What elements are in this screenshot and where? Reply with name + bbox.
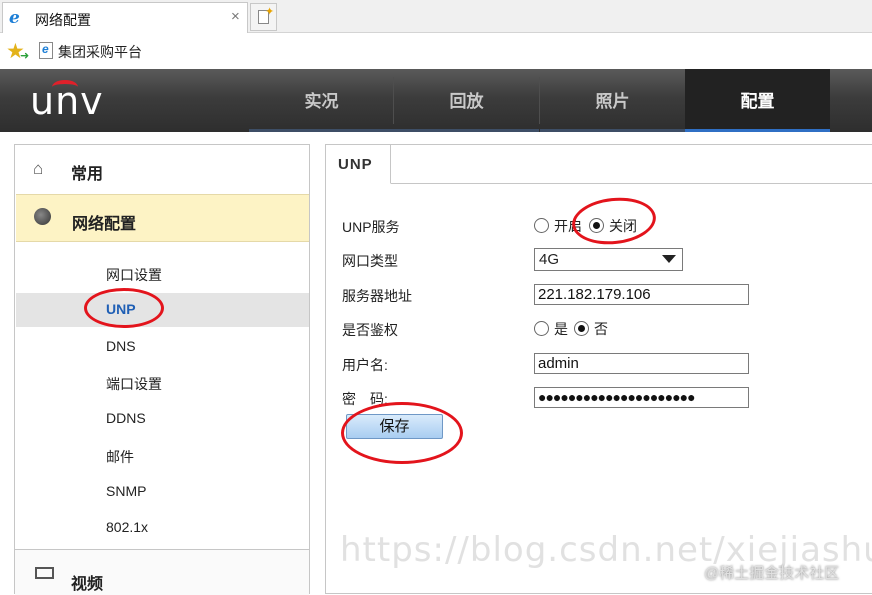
nav-live-label: 实况 [304,92,339,111]
nav-config-label: 配置 [740,92,775,111]
nav-photo-label: 照片 [595,92,630,111]
auth-no-radio[interactable] [574,321,589,336]
browser-tab-bar: e 网络配置 × ✦ [0,0,872,33]
add-favorite-arrow-icon: ➜ [20,50,30,62]
annotation-circle-save [341,402,463,464]
nav-playback[interactable]: 回放 [394,69,539,132]
video-icon [35,567,54,579]
favorites-bar: ★ ➜ 集团采购平台 [0,34,872,68]
sidebar-item-label: DDNS [106,410,146,426]
chevron-down-icon [662,255,676,263]
sidebar: ⌂ 常用 网络配置 网口设置 UNP DNS 端口设置 DDNS 邮件 SNMP… [14,144,310,595]
sidebar-item-label: 视频 [71,576,104,593]
auth-label: 是否鉴权 [342,322,398,338]
username-input[interactable] [534,353,749,374]
sidebar-item-8021x[interactable]: 802.1x [16,511,309,545]
page-icon [39,42,53,59]
nav-live[interactable]: 实况 [249,69,394,132]
password-input[interactable]: ●●●●●●●●●●●●●●●●●●●●● [534,387,749,408]
nav-active-underline [685,129,830,132]
sidebar-item-label: DNS [106,338,136,354]
favorite-link[interactable]: 集团采购平台 [58,42,142,62]
annotation-circle-unp [84,288,164,328]
unv-logo: unv [30,79,104,123]
sidebar-item-port-settings[interactable]: 网口设置 [16,257,309,291]
port-type-label: 网口类型 [342,253,398,269]
auth-no-label: 否 [594,321,608,337]
server-address-label: 服务器地址 [342,288,412,304]
sidebar-item-ddns[interactable]: DDNS [16,402,309,436]
nav-photo[interactable]: 照片 [540,69,685,132]
sidebar-item-label: SNMP [106,483,147,499]
sidebar-item-label: 802.1x [106,519,149,535]
spark-icon: ✦ [265,6,275,18]
close-tab-icon[interactable]: × [231,8,240,25]
sidebar-item-common[interactable]: ⌂ 常用 [15,145,309,194]
network-globe-icon [34,208,51,225]
sidebar-item-label: 邮件 [106,449,134,465]
new-tab-button[interactable]: ✦ [250,3,277,31]
app-header: unv 实况 回放 照片 配置 [0,69,872,132]
tab-divider [326,183,872,184]
sidebar-item-dns[interactable]: DNS [16,330,309,364]
browser-tab-title: 网络配置 [35,12,91,28]
home-icon: ⌂ [33,159,44,178]
auth-yes-radio[interactable] [534,321,549,336]
credit-text: @稀土掘金技术社区 [704,565,840,582]
tab-unp-label: UNP [338,156,373,173]
auth-yes-label: 是 [554,321,568,337]
username-label: 用户名: [342,357,388,373]
server-address-input[interactable] [534,284,749,305]
nav-underline [540,129,685,132]
nav-config[interactable]: 配置 [685,69,830,132]
ie-icon: e [9,8,20,28]
sidebar-item-video[interactable]: 视频 [15,549,309,595]
sidebar-group-label: 网络配置 [72,216,137,233]
port-type-value: 4G [539,251,560,268]
sidebar-item-label: 网口设置 [106,267,162,283]
nav-playback-label: 回放 [449,92,484,111]
browser-tab[interactable]: e 网络配置 × [2,2,248,33]
sidebar-item-port-config[interactable]: 端口设置 [16,366,309,400]
tab-unp[interactable]: UNP [326,145,391,184]
sidebar-item-label: 常用 [71,166,104,183]
sidebar-item-email[interactable]: 邮件 [16,439,309,473]
unp-service-label: UNP服务 [342,219,400,235]
port-type-select[interactable]: 4G [534,248,683,271]
sidebar-group-network[interactable]: 网络配置 [16,194,309,242]
unp-service-on-radio[interactable] [534,218,549,233]
nav-underline [394,129,539,132]
sidebar-item-snmp[interactable]: SNMP [16,475,309,509]
sidebar-item-label: 端口设置 [106,376,162,392]
nav-underline [249,129,394,132]
